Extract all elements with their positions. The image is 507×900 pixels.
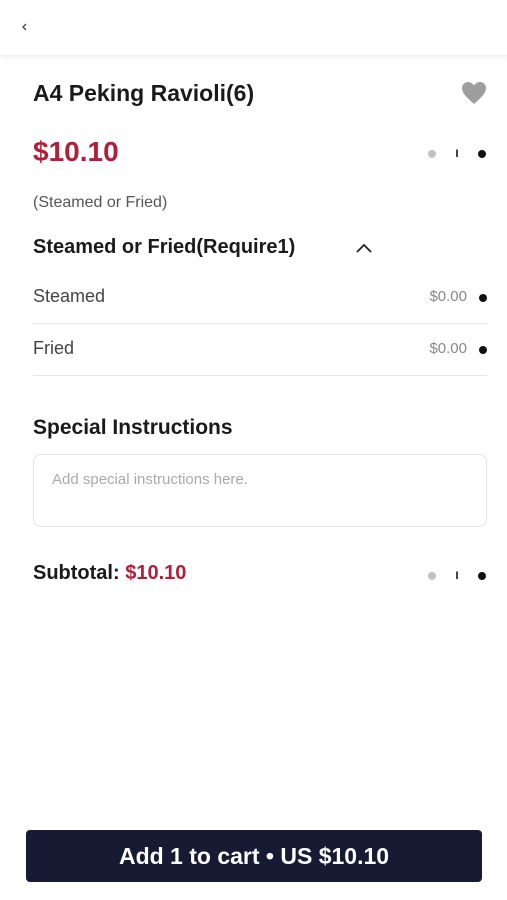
- option-label: Steamed: [33, 286, 106, 306]
- collapse-toggle[interactable]: [354, 240, 374, 256]
- subtotal-amount: $10.10: [125, 562, 187, 584]
- chevron-up-icon: [356, 243, 372, 253]
- option-group-title: Steamed or Fried(Require1): [33, 236, 296, 258]
- quantity-value: I: [455, 570, 459, 582]
- increment-button[interactable]: [478, 572, 486, 580]
- top-bar: [0, 0, 507, 56]
- decrement-button[interactable]: [428, 150, 436, 158]
- subtotal-label: Subtotal:: [33, 562, 120, 584]
- favorite-button[interactable]: [460, 80, 488, 106]
- item-description: (Steamed or Fried): [33, 194, 168, 211]
- heart-icon: [462, 82, 486, 104]
- quantity-value: I: [455, 148, 459, 160]
- special-instructions-title: Special Instructions: [33, 416, 233, 439]
- item-price: $10.10: [33, 136, 119, 167]
- back-button[interactable]: [14, 16, 36, 38]
- add-to-cart-button[interactable]: Add 1 to cart • US $10.10: [26, 830, 482, 882]
- chevron-left-icon: [22, 23, 27, 31]
- option-label: Fried: [33, 338, 75, 358]
- option-steamed[interactable]: Steamed $0.00: [33, 272, 487, 324]
- option-fried[interactable]: Fried $0.00: [33, 324, 487, 376]
- option-price: $0.00: [429, 340, 467, 357]
- subtotal-quantity-stepper: I: [428, 569, 488, 583]
- option-radio[interactable]: [479, 346, 487, 354]
- special-instructions-input[interactable]: [33, 454, 487, 527]
- subtotal: Subtotal: $10.10: [33, 562, 186, 585]
- item-title: A4 Peking Ravioli(6): [33, 80, 255, 106]
- increment-button[interactable]: [478, 150, 486, 158]
- decrement-button[interactable]: [428, 572, 436, 580]
- option-price: $0.00: [429, 288, 467, 305]
- option-radio[interactable]: [479, 294, 487, 302]
- quantity-stepper: I: [428, 147, 488, 161]
